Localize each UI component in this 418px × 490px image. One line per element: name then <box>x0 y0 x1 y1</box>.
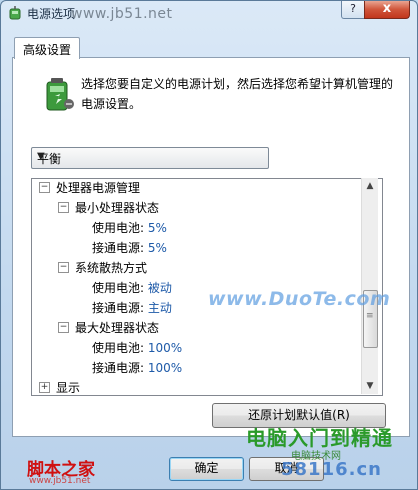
tree-item-label: 处理器电源管理 <box>56 181 141 195</box>
title-bar[interactable]: 电源选项 www.jb51.net ? x <box>1 1 417 25</box>
power-options-window: 电源选项 www.jb51.net ? x 高级设置 选择您要自定义的电源计划，… <box>0 0 418 490</box>
setting-value-link[interactable]: 被动 <box>148 281 172 295</box>
expand-icon[interactable]: + <box>39 382 50 393</box>
collapse-icon[interactable]: − <box>58 322 69 333</box>
setting-label: 使用电池: <box>92 281 145 295</box>
window-title: 电源选项 <box>27 7 76 21</box>
tree-item-label: 显示 <box>56 381 81 395</box>
tree-item-max-battery[interactable]: 使用电池: 100% <box>92 339 182 358</box>
setting-label: 接通电源: <box>92 241 145 255</box>
settings-tree[interactable]: − 处理器电源管理 − 最小处理器状态 使用电池: 5% 接通电源: 5% − 系统散… <box>31 178 383 396</box>
collapse-icon[interactable]: − <box>58 262 69 273</box>
tree-item-label: 最小处理器状态 <box>75 201 160 215</box>
watermark-num-right: 58116.cn <box>281 459 382 480</box>
grip-icon: ≡ <box>366 311 374 321</box>
tree-item-min-processor[interactable]: − 最小处理器状态 <box>58 199 159 218</box>
setting-value-link[interactable]: 100% <box>148 341 182 355</box>
tree-item-max-plugged[interactable]: 接通电源: 100% <box>92 359 182 378</box>
tab-label: 高级设置 <box>23 43 72 57</box>
chevron-down-icon: ▼ <box>37 151 45 162</box>
battery-icon <box>46 78 74 111</box>
tree-item-cooling-policy[interactable]: − 系统散热方式 <box>58 259 147 278</box>
power-options-icon <box>9 6 21 20</box>
setting-label: 使用电池: <box>92 341 145 355</box>
collapse-icon[interactable]: − <box>39 182 50 193</box>
watermark-url-left: www.jb51.net <box>29 476 91 486</box>
close-button[interactable]: x <box>364 1 410 19</box>
tree-item-cooling-battery[interactable]: 使用电池: 被动 <box>92 279 172 298</box>
tree-item-label: 系统散热方式 <box>75 261 148 275</box>
tree-scrollbar[interactable]: ▲ ≡ ▼ <box>361 178 378 394</box>
setting-label: 接通电源: <box>92 301 145 315</box>
description-text: 选择您要自定义的电源计划，然后选择您希望计算机管理的电源设置。 <box>81 77 394 111</box>
scroll-down-icon[interactable]: ▼ <box>362 378 378 394</box>
tab-advanced-settings[interactable]: 高级设置 <box>14 37 80 59</box>
setting-value-link[interactable]: 5% <box>148 221 167 235</box>
tree-item-processor-power[interactable]: − 处理器电源管理 <box>39 179 140 198</box>
help-button[interactable]: ? <box>341 1 365 19</box>
setting-value-link[interactable]: 5% <box>148 241 167 255</box>
scroll-up-icon[interactable]: ▲ <box>362 178 378 194</box>
setting-value-link[interactable]: 主动 <box>148 301 172 315</box>
collapse-icon[interactable]: − <box>58 202 69 213</box>
tree-item-min-battery[interactable]: 使用电池: 5% <box>92 219 167 238</box>
watermark-duote: www.DuoTe.com <box>208 288 391 310</box>
watermark-top: www.jb51.net <box>71 6 173 22</box>
setting-label: 使用电池: <box>92 221 145 235</box>
tree-item-display[interactable]: + 显示 <box>39 379 81 395</box>
setting-label: 接通电源: <box>92 361 145 375</box>
tree-item-label: 最大处理器状态 <box>75 321 160 335</box>
ok-button[interactable]: 确定 <box>169 457 244 481</box>
power-plan-dropdown[interactable]: 平衡 ▼ <box>31 147 269 169</box>
setting-value-link[interactable]: 100% <box>148 361 182 375</box>
tree-item-max-processor[interactable]: − 最大处理器状态 <box>58 319 159 338</box>
settings-panel: 选择您要自定义的电源计划，然后选择您希望计算机管理的电源设置。 平衡 ▼ − 处理… <box>12 57 410 437</box>
tree-item-min-plugged[interactable]: 接通电源: 5% <box>92 239 167 258</box>
tree-item-cooling-plugged[interactable]: 接通电源: 主动 <box>92 299 172 318</box>
